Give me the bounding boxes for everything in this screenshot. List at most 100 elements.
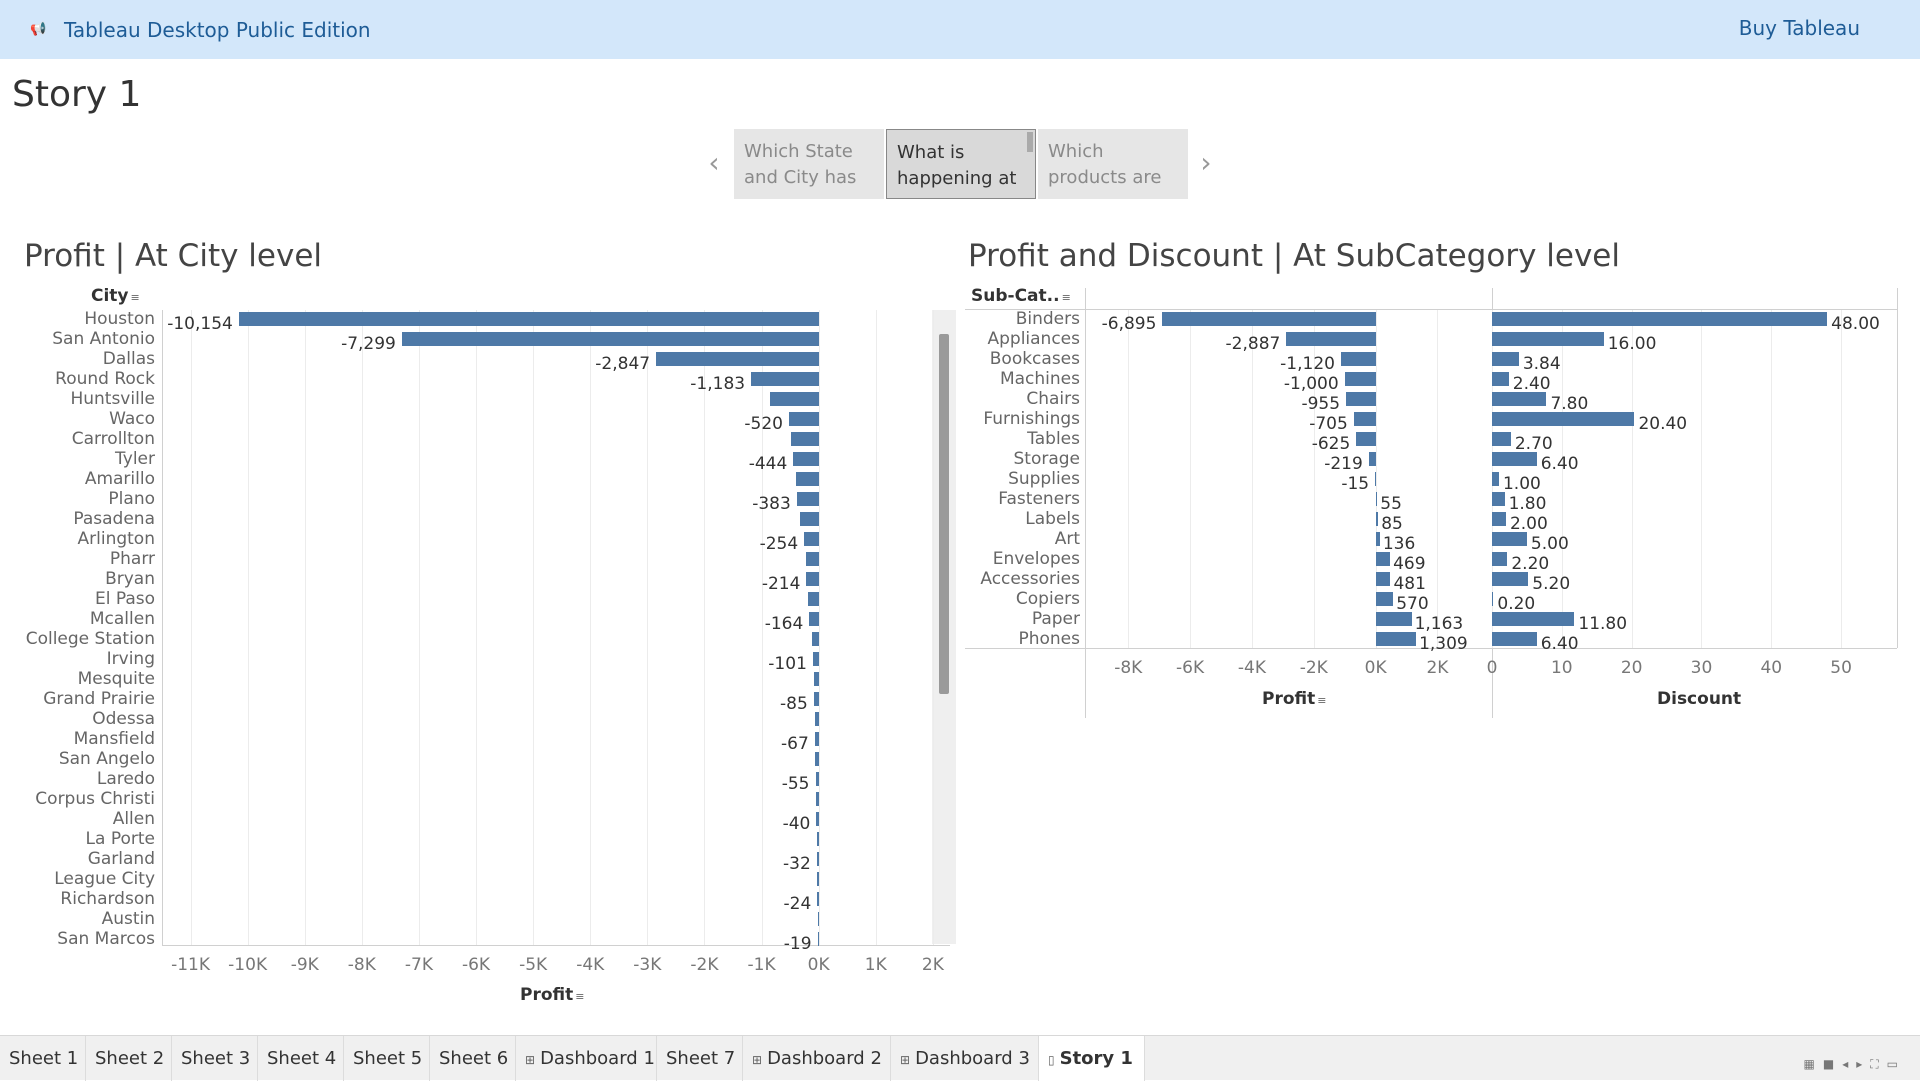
profit-bar <box>1375 532 1380 546</box>
discount-value-label: 1.80 <box>1508 494 1547 514</box>
buy-tableau-link[interactable]: Buy Tableau <box>1739 16 1860 40</box>
filmstrip-icon[interactable]: ■ <box>1823 1057 1842 1071</box>
x-tick-label: 20 <box>1620 658 1643 678</box>
subcategory-header-label: Sub-Cat.. <box>971 286 1060 306</box>
gridline <box>418 310 420 945</box>
discount-bar <box>1492 632 1537 646</box>
profit-bar <box>1353 412 1376 426</box>
top-banner: 📢 Tableau Desktop Public Edition Buy Tab… <box>0 0 1920 59</box>
story-point-2[interactable]: What is happening at <box>886 129 1036 199</box>
profit-value-label: -15 <box>1341 474 1370 494</box>
profit-bar <box>817 912 819 926</box>
story-point-1[interactable]: Which State and City has <box>734 129 884 199</box>
profit-value-label: -219 <box>1324 454 1363 474</box>
discount-value-label: 48.00 <box>1831 314 1880 334</box>
bar-value-label: -32 <box>783 854 811 874</box>
profit-bar <box>1375 472 1377 486</box>
discount-value-label: 5.00 <box>1530 534 1569 554</box>
tab-story-1[interactable]: ▯ Story 1 <box>1039 1036 1145 1081</box>
city-label: Plano <box>108 489 155 509</box>
city-label: San Marcos <box>57 929 155 949</box>
chevron-right-icon[interactable]: › <box>1196 148 1216 178</box>
discount-bar <box>1492 332 1604 346</box>
prev-sheet-icon[interactable]: ◂ <box>1842 1057 1856 1071</box>
right-discount-axis-title[interactable]: Discount <box>1657 689 1741 709</box>
profit-bar <box>1286 332 1376 346</box>
bar-value-label: -24 <box>783 894 812 914</box>
profit-bar <box>656 352 819 366</box>
tab-sheet-6[interactable]: Sheet 6 <box>430 1036 516 1081</box>
profit-bar <box>1356 432 1376 446</box>
gridline <box>875 310 877 945</box>
x-tick-label: -8K <box>347 955 376 975</box>
profit-bar <box>816 832 819 846</box>
bar-value-label: -67 <box>781 734 809 754</box>
discount-bar <box>1492 612 1575 626</box>
gridline <box>247 310 249 945</box>
story-point-line1: Which <box>1048 141 1104 162</box>
gridline <box>1128 310 1130 648</box>
profit-bar <box>795 472 819 486</box>
gridline <box>304 310 306 945</box>
presentation-icon[interactable]: ▭ <box>1887 1057 1906 1071</box>
tab-sheet-5[interactable]: Sheet 5 <box>344 1036 430 1081</box>
bar-value-label: -520 <box>744 414 783 434</box>
tab-label: Sheet 7 <box>666 1048 736 1069</box>
tab-dashboard-1[interactable]: ⊞ Dashboard 1 <box>516 1036 657 1081</box>
discount-bar <box>1492 472 1499 486</box>
sort-icon[interactable]: ≡ <box>131 291 140 304</box>
sort-icon[interactable]: ≡ <box>1062 291 1071 304</box>
profit-value-label: 85 <box>1381 514 1403 534</box>
profit-bar <box>1375 632 1417 646</box>
profit-value-label: -2,887 <box>1225 334 1281 354</box>
discount-value-label: 2.70 <box>1514 434 1553 454</box>
discount-value-label: 11.80 <box>1578 614 1628 634</box>
discount-value-label: 5.20 <box>1532 574 1571 594</box>
discount-value-label: 3.84 <box>1522 354 1561 374</box>
profit-bar <box>791 432 819 446</box>
gridline <box>190 310 192 945</box>
tab-dashboard-3[interactable]: ⊞ Dashboard 3 <box>891 1036 1039 1081</box>
subcategory-label: Tables <box>1027 429 1080 449</box>
profit-bar <box>796 492 819 506</box>
subcategory-column-header[interactable]: Sub-Cat.. ≡ <box>971 286 1071 306</box>
next-sheet-icon[interactable]: ▸ <box>1856 1057 1870 1071</box>
city-label: Pasadena <box>73 509 155 529</box>
city-header-label: City <box>91 286 129 306</box>
story-point-line2: and City has <box>744 167 857 188</box>
tab-sheet-1[interactable]: Sheet 1 <box>0 1036 86 1081</box>
bar-value-label: -10,154 <box>167 314 233 334</box>
left-profit-axis-title[interactable]: Profit ≡ <box>520 985 584 1005</box>
profit-bar <box>793 452 819 466</box>
fullscreen-icon[interactable]: ⛶ <box>1870 1057 1886 1071</box>
tab-sheet-3[interactable]: Sheet 3 <box>172 1036 258 1081</box>
tab-sheet-2[interactable]: Sheet 2 <box>86 1036 172 1081</box>
profit-bar <box>788 412 819 426</box>
profit-value-label: 570 <box>1396 594 1429 614</box>
profit-bar <box>401 332 819 346</box>
chart-scrollbar-thumb[interactable] <box>939 334 949 694</box>
sort-icon[interactable]: ≡ <box>1317 694 1326 707</box>
city-label: Round Rock <box>55 369 155 389</box>
right-profit-axis-title[interactable]: Profit ≡ <box>1262 689 1326 709</box>
story-point-3[interactable]: Which products are <box>1038 129 1188 199</box>
subcategory-label: Fasteners <box>998 489 1080 509</box>
header-line <box>965 309 1897 310</box>
story-point-scrollbar[interactable] <box>1027 132 1033 152</box>
gridline <box>533 310 535 945</box>
gridline <box>704 310 706 945</box>
city-label: San Angelo <box>58 749 155 769</box>
grid-view-icon[interactable]: ▦ <box>1804 1057 1823 1071</box>
tab-dashboard-2[interactable]: ⊞ Dashboard 2 <box>743 1036 891 1081</box>
discount-bar <box>1492 312 1828 326</box>
city-column-header[interactable]: City ≡ <box>91 286 140 306</box>
view-controls[interactable]: ▦■◂▸⛶▭ <box>1804 1057 1907 1072</box>
tab-sheet-7[interactable]: Sheet 7 <box>657 1036 743 1081</box>
subcategory-label: Supplies <box>1008 469 1080 489</box>
gridline <box>932 310 934 945</box>
tab-sheet-4[interactable]: Sheet 4 <box>258 1036 344 1081</box>
city-label: Mesquite <box>77 669 155 689</box>
gridline <box>476 310 478 945</box>
chevron-left-icon[interactable]: ‹ <box>704 148 724 178</box>
sort-icon[interactable]: ≡ <box>575 990 584 1003</box>
